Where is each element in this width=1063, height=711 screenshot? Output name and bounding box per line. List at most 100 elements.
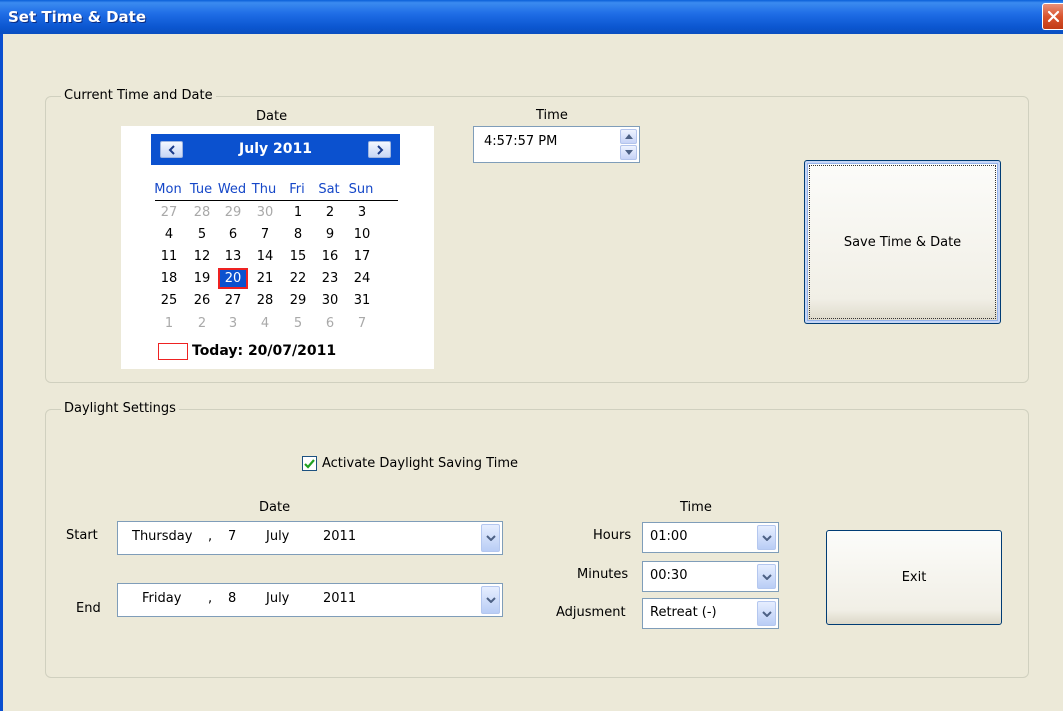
today-marker — [158, 343, 188, 360]
daylight-group-label: Daylight Settings — [61, 401, 179, 416]
window-frame-left — [0, 34, 3, 711]
calendar-day[interactable]: 8 — [283, 227, 313, 242]
adjustment-label: Adjusment — [556, 605, 626, 620]
calendar-day[interactable]: 28 — [187, 205, 217, 220]
calendar-day[interactable]: 3 — [218, 316, 248, 331]
calendar-day[interactable]: 13 — [218, 249, 248, 264]
daylight-date-label: Date — [259, 500, 291, 515]
calendar-day[interactable]: 6 — [218, 227, 248, 242]
weekday-header: Tue — [189, 182, 213, 197]
exit-button[interactable]: Exit — [826, 530, 1002, 625]
weekday-header: Mon — [154, 182, 182, 197]
calendar-day[interactable]: 6 — [315, 316, 345, 331]
calendar-day[interactable]: 21 — [250, 271, 280, 286]
calendar-day[interactable]: 15 — [283, 249, 313, 264]
hours-dropdown[interactable] — [757, 525, 776, 550]
chevron-down-icon — [485, 597, 496, 603]
end-month[interactable]: July — [266, 591, 289, 606]
calendar-day[interactable]: 12 — [187, 249, 217, 264]
calendar-day[interactable]: 2 — [315, 205, 345, 220]
calendar-day[interactable]: 26 — [187, 293, 217, 308]
current-group-label: Current Time and Date — [61, 88, 216, 103]
minutes-value: 00:30 — [650, 568, 688, 583]
close-icon — [1047, 10, 1059, 23]
calendar-day[interactable]: 1 — [154, 316, 184, 331]
calendar-day[interactable]: 17 — [347, 249, 377, 264]
hours-select[interactable]: 01:00 — [642, 522, 779, 553]
next-month-button[interactable] — [368, 141, 391, 158]
adjustment-dropdown[interactable] — [757, 601, 776, 626]
calendar-day-selected[interactable]: 20 — [218, 271, 248, 286]
calendar-day[interactable]: 25 — [154, 293, 184, 308]
weekday-divider — [155, 200, 398, 201]
calendar-day[interactable]: 11 — [154, 249, 184, 264]
end-label: End — [76, 601, 101, 616]
calendar-day[interactable]: 14 — [250, 249, 280, 264]
start-weekday[interactable]: Thursday — [132, 529, 192, 544]
start-date-dropdown[interactable] — [481, 524, 500, 552]
calendar-day[interactable]: 9 — [315, 227, 345, 242]
end-year[interactable]: 2011 — [323, 591, 356, 606]
minutes-label: Minutes — [577, 567, 629, 582]
calendar-day[interactable]: 4 — [250, 316, 280, 331]
end-weekday[interactable]: Friday — [142, 591, 181, 606]
start-label: Start — [66, 528, 98, 543]
save-time-date-button[interactable]: Save Time & Date — [804, 160, 1001, 324]
calendar-day[interactable]: 10 — [347, 227, 377, 242]
calendar-day[interactable]: 30 — [250, 205, 280, 220]
arrow-up-icon — [624, 134, 633, 139]
end-day[interactable]: 8 — [228, 591, 236, 606]
calendar-day[interactable]: 2 — [187, 316, 217, 331]
calendar-day[interactable]: 7 — [347, 316, 377, 331]
weekday-header: Sat — [318, 182, 340, 197]
calendar-day[interactable]: 16 — [315, 249, 345, 264]
daylight-time-label: Time — [680, 500, 712, 515]
calendar-day[interactable]: 23 — [315, 271, 345, 286]
calendar-day[interactable]: 19 — [187, 271, 217, 286]
time-value[interactable]: 4:57:57 PM — [484, 134, 557, 149]
title-bar[interactable]: Set Time & Date — [0, 0, 1063, 34]
end-date-dropdown[interactable] — [481, 586, 500, 614]
calendar-day[interactable]: 29 — [218, 205, 248, 220]
calendar-day[interactable]: 7 — [250, 227, 280, 242]
calendar-day[interactable]: 24 — [347, 271, 377, 286]
end-date-picker[interactable]: Friday , 8 July 2011 — [117, 583, 503, 617]
close-button[interactable] — [1042, 3, 1063, 30]
chevron-right-icon — [376, 144, 383, 155]
calendar-day[interactable]: 18 — [154, 271, 184, 286]
calendar-day[interactable]: 29 — [283, 293, 313, 308]
calendar-day[interactable]: 5 — [187, 227, 217, 242]
adjustment-select[interactable]: Retreat (-) — [642, 598, 779, 629]
calendar-day[interactable]: 27 — [218, 293, 248, 308]
calendar-day[interactable]: 4 — [154, 227, 184, 242]
calendar-month-label[interactable]: July 2011 — [151, 141, 400, 157]
minutes-select[interactable]: 00:30 — [642, 561, 779, 592]
calendar-day[interactable]: 28 — [250, 293, 280, 308]
calendar-day[interactable]: 27 — [154, 205, 184, 220]
chevron-down-icon — [761, 610, 772, 617]
minutes-dropdown[interactable] — [757, 564, 776, 589]
time-picker[interactable]: 4:57:57 PM — [473, 126, 640, 163]
time-down-button[interactable] — [620, 145, 637, 160]
today-label[interactable]: Today: 20/07/2011 — [192, 343, 336, 359]
calendar-day[interactable]: 5 — [283, 316, 313, 331]
calendar-day[interactable]: 22 — [283, 271, 313, 286]
calendar-day[interactable]: 3 — [347, 205, 377, 220]
calendar-day[interactable]: 1 — [283, 205, 313, 220]
weekday-header: Sun — [348, 182, 374, 197]
calendar-day[interactable]: 30 — [315, 293, 345, 308]
month-calendar[interactable]: July 2011 Mon Tue Wed Thu Fri Sat Sun 27 28 29 30… — [121, 126, 434, 369]
start-month[interactable]: July — [266, 529, 289, 544]
chevron-down-icon — [761, 573, 772, 580]
start-day[interactable]: 7 — [228, 529, 236, 544]
time-up-button[interactable] — [620, 129, 637, 144]
end-separator: , — [208, 591, 213, 606]
start-date-picker[interactable]: Thursday , 7 July 2011 — [117, 521, 503, 555]
daylight-checkbox-label[interactable]: Activate Daylight Saving Time — [322, 456, 518, 471]
start-year[interactable]: 2011 — [323, 529, 356, 544]
focus-rectangle — [809, 165, 996, 319]
weekday-header: Thu — [251, 182, 277, 197]
weekday-header: Fri — [289, 182, 305, 197]
daylight-checkbox[interactable] — [302, 456, 317, 471]
calendar-day[interactable]: 31 — [347, 293, 377, 308]
